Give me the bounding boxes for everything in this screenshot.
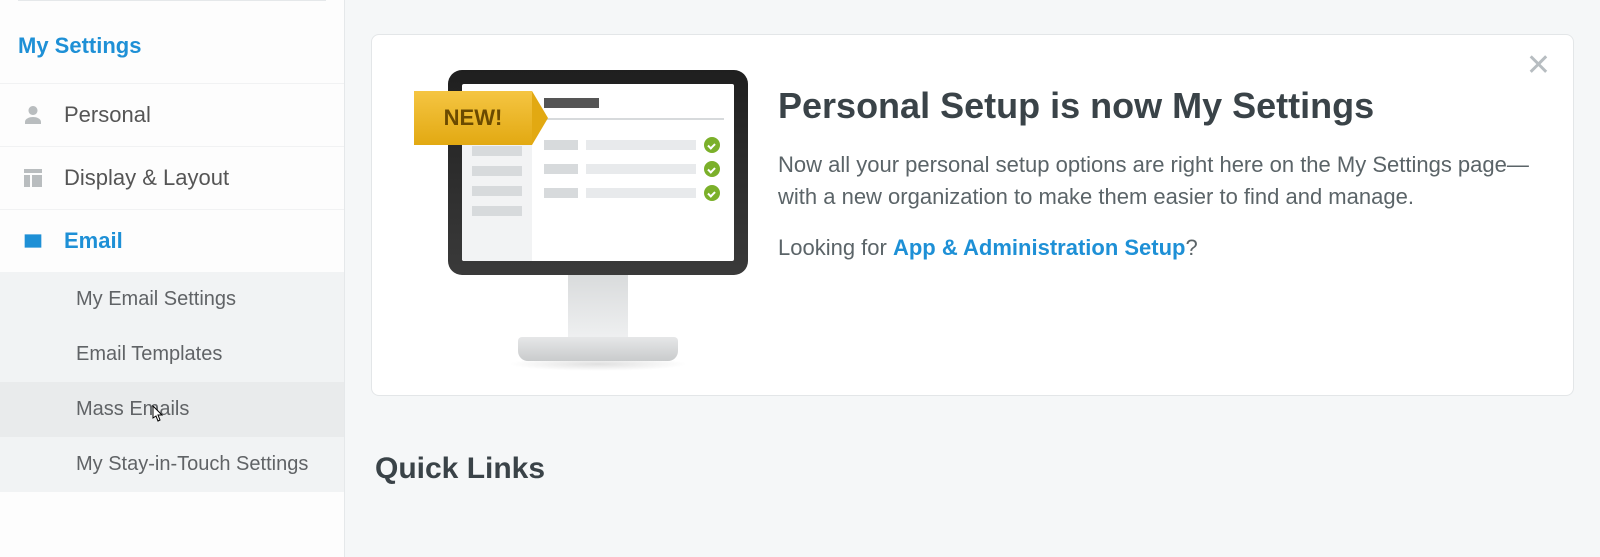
new-badge: NEW!: [414, 91, 532, 145]
banner-title: Personal Setup is now My Settings: [778, 85, 1537, 127]
app-root: My Settings Personal Display & Layout Em…: [0, 0, 1600, 557]
close-icon[interactable]: ✕: [1526, 51, 1551, 81]
subnav-mass-emails[interactable]: Mass Emails: [0, 382, 344, 437]
sidebar-item-email[interactable]: Email: [0, 209, 344, 272]
info-banner: ✕: [371, 34, 1574, 396]
email-subnav: My Email Settings Email Templates Mass E…: [0, 272, 344, 492]
admin-setup-link[interactable]: App & Administration Setup: [893, 235, 1186, 260]
banner-looking-prefix: Looking for: [778, 235, 893, 260]
sidebar-item-label: Email: [64, 228, 123, 254]
sidebar-item-label: Personal: [64, 102, 151, 128]
subnav-stay-in-touch[interactable]: My Stay-in-Touch Settings: [0, 437, 344, 492]
banner-link-line: Looking for App & Administration Setup?: [778, 235, 1537, 261]
sidebar-top-divider: [18, 0, 326, 1]
banner-looking-suffix: ?: [1185, 235, 1197, 260]
banner-text: Personal Setup is now My Settings Now al…: [778, 65, 1537, 261]
banner-description: Now all your personal setup options are …: [778, 149, 1537, 213]
sidebar-header[interactable]: My Settings: [0, 9, 344, 83]
quick-links-heading: Quick Links: [371, 452, 1574, 486]
sidebar-item-label: Display & Layout: [64, 165, 229, 191]
subnav-email-templates[interactable]: Email Templates: [0, 327, 344, 382]
layout-icon: [20, 165, 46, 191]
subnav-my-email-settings[interactable]: My Email Settings: [0, 272, 344, 327]
banner-illustration: NEW!: [408, 65, 738, 365]
mail-icon: [20, 228, 46, 254]
main-content: ✕: [345, 0, 1600, 557]
sidebar-item-display[interactable]: Display & Layout: [0, 146, 344, 209]
person-icon: [20, 102, 46, 128]
subnav-item-label: Mass Emails: [76, 398, 189, 420]
sidebar: My Settings Personal Display & Layout Em…: [0, 0, 345, 557]
sidebar-item-personal[interactable]: Personal: [0, 83, 344, 146]
